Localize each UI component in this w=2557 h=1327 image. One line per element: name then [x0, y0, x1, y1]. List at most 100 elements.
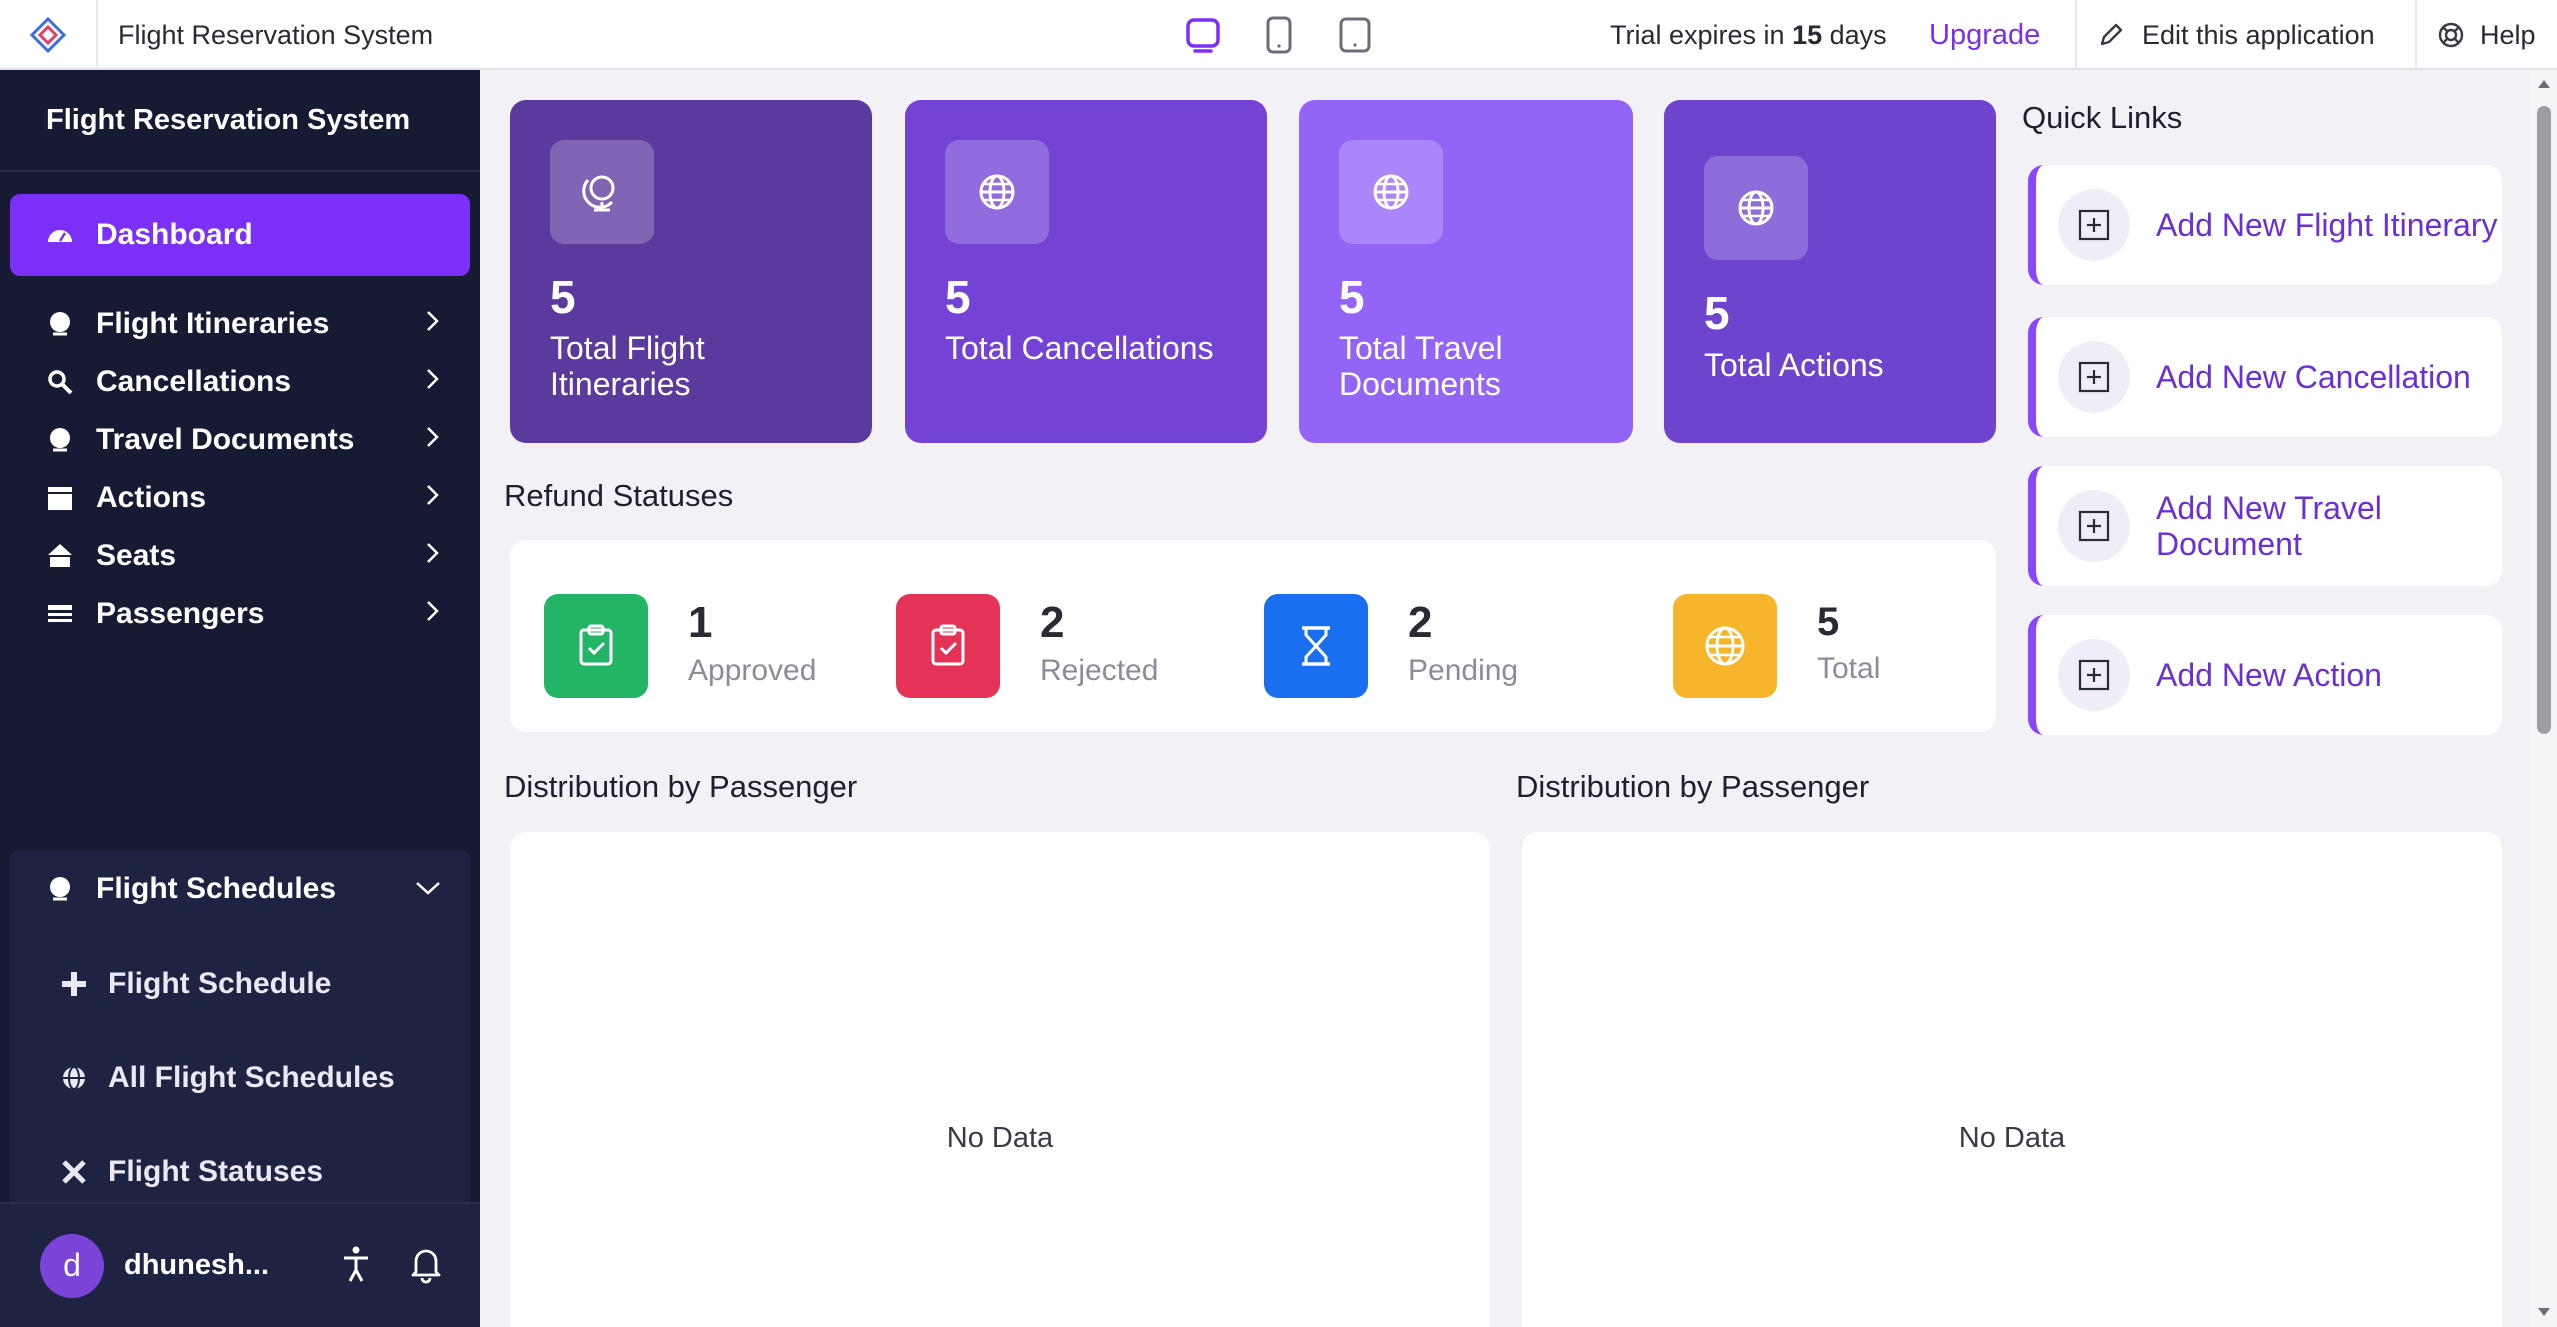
stat-card-travel-documents[interactable]: 5 Total Travel Documents — [1299, 100, 1633, 443]
refund-value: 2 — [1408, 598, 1433, 647]
mobile-icon[interactable] — [1332, 12, 1378, 58]
plus-square-icon — [2058, 490, 2130, 562]
quick-link-add-action[interactable]: Add New Action — [2028, 615, 2502, 735]
refund-label: Pending — [1408, 654, 1519, 687]
bell-icon[interactable] — [408, 1244, 444, 1284]
sidebar-item-flight-schedules[interactable]: Flight Schedules — [10, 848, 470, 930]
stat-card-actions[interactable]: 5 Total Actions — [1664, 100, 1996, 443]
help-label: Help — [2480, 19, 2536, 50]
clipboard-check-icon — [896, 594, 1000, 698]
globe-icon — [945, 140, 1049, 244]
trial-days: 15 — [1792, 20, 1823, 50]
no-data-text: No Data — [946, 1122, 1054, 1154]
tools-icon — [58, 1156, 90, 1188]
sidebar-subitem-flight-schedule[interactable]: Flight Schedule — [10, 943, 470, 1025]
user-actions — [338, 1244, 444, 1284]
refund-status-pending[interactable]: 2 Pending — [1264, 594, 1564, 698]
device-switcher — [1180, 10, 1378, 60]
plus-square-icon — [2058, 341, 2130, 413]
refund-label: Total — [1817, 652, 1881, 685]
globe-icon — [58, 1062, 90, 1094]
stat-value: 5 — [1704, 287, 1730, 339]
quick-link-label: Add New Cancellation — [2156, 359, 2471, 395]
sidebar-item-label: Actions — [96, 481, 207, 514]
quick-link-label: Add New Flight Itinerary — [2156, 207, 2498, 243]
sidebar-item-label: Dashboard — [96, 218, 253, 251]
refund-statuses-card: 1 Approved 2 Rejected 2 Pending 5 Total — [510, 540, 1996, 732]
stat-label: Total Flight Itineraries — [550, 330, 705, 402]
plus-square-icon — [2058, 189, 2130, 261]
logo-icon — [29, 16, 67, 54]
list-icon — [44, 598, 76, 630]
user-panel: d dhunesh... — [0, 1202, 480, 1327]
sidebar-item-label: Flight Schedules — [96, 872, 337, 905]
accessibility-icon[interactable] — [338, 1244, 374, 1284]
quick-link-add-cancellation[interactable]: Add New Cancellation — [2028, 317, 2502, 437]
sidebar-subitem-label: All Flight Schedules — [108, 1061, 395, 1094]
refund-label: Rejected — [1040, 654, 1159, 687]
sidebar-subitem-label: Flight Statuses — [108, 1155, 324, 1188]
desktop-icon[interactable] — [1180, 12, 1226, 58]
globe-icon — [1673, 594, 1777, 698]
sidebar-item-passengers[interactable]: Passengers — [10, 573, 470, 655]
plus-icon — [58, 968, 90, 1000]
sidebar: Flight Reservation System Dashboard Flig… — [0, 70, 480, 1327]
upgrade-link[interactable]: Upgrade — [1929, 0, 2040, 70]
stat-value: 5 — [550, 271, 576, 323]
scrollbar-thumb[interactable] — [2537, 106, 2551, 734]
refund-value: 5 — [1817, 600, 1840, 644]
sidebar-subitem-flight-statuses[interactable]: Flight Statuses — [10, 1131, 470, 1213]
stat-label: Total Travel Documents — [1339, 330, 1503, 402]
globe-icon — [1339, 140, 1443, 244]
plus-square-icon — [2058, 639, 2130, 711]
refund-status-approved[interactable]: 1 Approved — [544, 594, 844, 698]
scroll-up-arrow-icon[interactable] — [2536, 78, 2552, 90]
seats-icon — [44, 540, 76, 572]
divider — [2075, 0, 2077, 70]
refund-status-total[interactable]: 5 Total — [1673, 594, 1973, 698]
tablet-icon[interactable] — [1256, 12, 1302, 58]
lifebuoy-icon — [2438, 22, 2464, 48]
no-data-text: No Data — [1958, 1122, 2066, 1154]
refund-label: Approved — [688, 654, 817, 687]
stat-card-flight-itineraries[interactable]: 5 Total Flight Itineraries — [510, 100, 872, 443]
refund-status-rejected[interactable]: 2 Rejected — [896, 594, 1196, 698]
quick-link-add-flight-itinerary[interactable]: Add New Flight Itinerary — [2028, 165, 2502, 285]
edit-application-button[interactable]: Edit this application — [2096, 0, 2375, 70]
refund-value: 1 — [688, 598, 713, 647]
chevron-right-icon — [422, 307, 442, 341]
search-icon — [44, 366, 76, 398]
sidebar-item-label: Flight Itineraries — [96, 307, 330, 340]
scroll-down-arrow-icon[interactable] — [2536, 1306, 2552, 1318]
quick-link-label: Add New Travel Document — [2156, 490, 2382, 562]
stat-label: Total Actions — [1704, 347, 1884, 383]
chevron-right-icon — [422, 539, 442, 573]
top-bar: Flight Reservation System Trial expires … — [0, 0, 2557, 70]
globe-icon — [44, 308, 76, 340]
refund-value: 2 — [1040, 598, 1065, 647]
avatar[interactable]: d — [40, 1233, 104, 1298]
stat-label: Total Cancellations — [945, 330, 1214, 366]
globe-stand-icon — [550, 140, 654, 244]
clipboard-check-icon — [544, 594, 648, 698]
quick-links-title: Quick Links — [2022, 100, 2183, 135]
hourglass-icon — [1264, 594, 1368, 698]
chart-card-distribution-by-passenger: No Data — [1522, 832, 2502, 1327]
app-logo[interactable] — [0, 0, 98, 70]
chevron-right-icon — [422, 481, 442, 515]
globe-icon — [44, 424, 76, 456]
stat-card-cancellations[interactable]: 5 Total Cancellations — [905, 100, 1267, 443]
clapper-icon — [44, 482, 76, 514]
divider — [2415, 0, 2417, 70]
quick-link-add-travel-document[interactable]: Add New Travel Document — [2028, 466, 2502, 586]
sidebar-item-dashboard[interactable]: Dashboard — [10, 194, 470, 276]
sidebar-subitem-all-flight-schedules[interactable]: All Flight Schedules — [10, 1037, 470, 1119]
chart-card-distribution-by-passenger: No Data — [510, 832, 1490, 1327]
quick-link-label: Add New Action — [2156, 657, 2382, 693]
stat-value: 5 — [945, 271, 971, 323]
help-button[interactable]: Help — [2436, 0, 2536, 70]
sidebar-brand: Flight Reservation System — [0, 70, 480, 172]
pencil-icon — [2100, 23, 2123, 46]
username[interactable]: dhunesh... — [124, 1249, 269, 1282]
refund-statuses-title: Refund Statuses — [504, 478, 734, 513]
